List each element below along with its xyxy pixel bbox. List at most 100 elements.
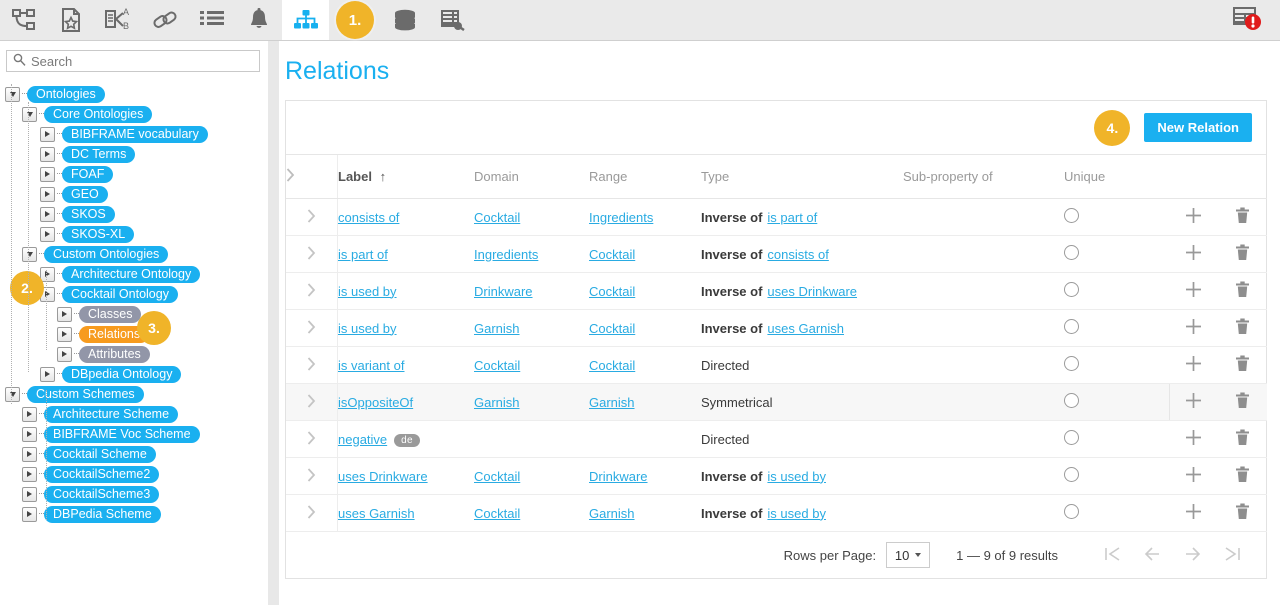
plus-icon[interactable]	[1185, 355, 1202, 375]
unique-radio[interactable]	[1064, 393, 1079, 408]
row-expander-cell[interactable]	[286, 495, 338, 532]
cell-add-action[interactable]	[1169, 495, 1217, 532]
unique-radio[interactable]	[1064, 467, 1079, 482]
graph-icon-button[interactable]	[0, 0, 47, 40]
tree-node-label[interactable]: DBPedia Scheme	[44, 506, 161, 523]
tree-node-label[interactable]: FOAF	[62, 166, 113, 183]
cell-range-link[interactable]: Cocktail	[589, 247, 635, 262]
cell-delete-action[interactable]	[1217, 347, 1267, 384]
previous-page-icon[interactable]	[1132, 547, 1172, 564]
trash-icon[interactable]	[1235, 466, 1250, 486]
table-row[interactable]: consists ofCocktailIngredientsInverse of…	[286, 199, 1267, 236]
cell-domain-link[interactable]: Cocktail	[474, 506, 520, 521]
row-expander-cell[interactable]	[286, 273, 338, 310]
plus-icon[interactable]	[1185, 466, 1202, 486]
twisty-expanded-icon[interactable]	[22, 107, 37, 122]
column-header-domain[interactable]: Domain	[474, 155, 589, 199]
tree-node-label[interactable]: Core Ontologies	[44, 106, 152, 123]
relation-label-link[interactable]: consists of	[338, 210, 399, 225]
tree-node[interactable]: Architecture Scheme	[0, 404, 268, 424]
tree-node-label[interactable]: Architecture Scheme	[44, 406, 178, 423]
new-relation-button[interactable]: New Relation	[1144, 113, 1252, 142]
cell-add-action[interactable]	[1169, 458, 1217, 495]
tree-node-label[interactable]: SKOS-XL	[62, 226, 134, 243]
column-header-unique[interactable]: Unique	[1064, 155, 1169, 199]
cell-range-link[interactable]: Cocktail	[589, 284, 635, 299]
cell-domain-link[interactable]: Garnish	[474, 321, 520, 336]
relation-label-link[interactable]: uses Drinkware	[338, 469, 428, 484]
cell-domain-link[interactable]: Cocktail	[474, 210, 520, 225]
cell-range-link[interactable]: Garnish	[589, 395, 635, 410]
column-header-subproperty[interactable]: Sub-property of	[903, 155, 1064, 199]
trash-icon[interactable]	[1235, 281, 1250, 301]
column-header-label[interactable]: Label ↑	[338, 155, 475, 199]
plus-icon[interactable]	[1185, 503, 1202, 523]
server-icon-button[interactable]	[428, 0, 475, 40]
tree-node-label[interactable]: Ontologies	[27, 86, 105, 103]
plus-icon[interactable]	[1185, 318, 1202, 338]
unique-radio[interactable]	[1064, 430, 1079, 445]
chevron-right-icon[interactable]	[307, 431, 316, 448]
twisty-collapsed-icon[interactable]	[22, 427, 37, 442]
cell-add-action[interactable]	[1169, 384, 1217, 421]
search-box[interactable]	[6, 50, 260, 72]
trash-icon[interactable]	[1235, 355, 1250, 375]
trash-icon[interactable]	[1235, 318, 1250, 338]
twisty-expanded-icon[interactable]	[5, 387, 20, 402]
tree-node-label[interactable]: DBpedia Ontology	[62, 366, 181, 383]
tree-node-label[interactable]: CocktailScheme3	[44, 486, 159, 503]
cell-range-link[interactable]: Cocktail	[589, 321, 635, 336]
type-relation-link[interactable]: is part of	[767, 210, 817, 225]
table-row[interactable]: uses DrinkwareCocktailDrinkwareInverse o…	[286, 458, 1267, 495]
last-page-icon[interactable]	[1212, 547, 1252, 564]
cell-domain-link[interactable]: Cocktail	[474, 358, 520, 373]
cell-delete-action[interactable]	[1217, 421, 1267, 458]
cell-add-action[interactable]	[1169, 310, 1217, 347]
cell-add-action[interactable]	[1169, 273, 1217, 310]
row-expander-cell[interactable]	[286, 310, 338, 347]
row-expander-cell[interactable]	[286, 384, 338, 421]
chevron-right-icon[interactable]	[307, 320, 316, 337]
table-row[interactable]: uses GarnishCocktailGarnishInverse ofis …	[286, 495, 1267, 532]
chevron-right-icon[interactable]	[286, 168, 295, 185]
cell-add-action[interactable]	[1169, 236, 1217, 273]
row-expander-cell[interactable]	[286, 458, 338, 495]
cell-range-link[interactable]: Ingredients	[589, 210, 653, 225]
column-header-type[interactable]: Type	[701, 155, 903, 199]
tree-node-label[interactable]: SKOS	[62, 206, 115, 223]
tree-node[interactable]: CocktailScheme3	[0, 484, 268, 504]
twisty-collapsed-icon[interactable]	[40, 167, 55, 182]
tree-node[interactable]: SKOS-XL	[0, 224, 268, 244]
tree-node-label[interactable]: BIBFRAME vocabulary	[62, 126, 208, 143]
tree-node-label[interactable]: CocktailScheme2	[44, 466, 159, 483]
plus-icon[interactable]	[1185, 281, 1202, 301]
tree-node-label[interactable]: Attributes	[79, 346, 150, 363]
rows-per-page-select[interactable]: 10	[886, 542, 930, 568]
chevron-right-icon[interactable]	[307, 357, 316, 374]
relation-label-link[interactable]: isOppositeOf	[338, 395, 413, 410]
twisty-collapsed-icon[interactable]	[22, 407, 37, 422]
cell-domain-link[interactable]: Ingredients	[474, 247, 538, 262]
tree-node-label[interactable]: Custom Ontologies	[44, 246, 168, 263]
unique-radio[interactable]	[1064, 319, 1079, 334]
tree-node[interactable]: FOAF	[0, 164, 268, 184]
tree-node-label[interactable]: Cocktail Scheme	[44, 446, 156, 463]
plus-icon[interactable]	[1185, 392, 1202, 412]
tree-node[interactable]: Cocktail Scheme	[0, 444, 268, 464]
tree-node[interactable]: Relations	[0, 324, 268, 344]
cell-range-link[interactable]: Cocktail	[589, 358, 635, 373]
trash-icon[interactable]	[1235, 244, 1250, 264]
row-expander-cell[interactable]	[286, 236, 338, 273]
type-relation-link[interactable]: consists of	[767, 247, 828, 262]
chevron-right-icon[interactable]	[307, 283, 316, 300]
search-input[interactable]	[31, 54, 253, 69]
tree-node[interactable]: Custom Schemes	[0, 384, 268, 404]
trash-icon[interactable]	[1235, 503, 1250, 523]
cell-delete-action[interactable]	[1217, 273, 1267, 310]
tree-node[interactable]: DBPedia Scheme	[0, 504, 268, 524]
trash-icon[interactable]	[1235, 392, 1250, 412]
type-relation-link[interactable]: is used by	[767, 506, 826, 521]
tree-node[interactable]: BIBFRAME vocabulary	[0, 124, 268, 144]
relation-label-link[interactable]: is part of	[338, 247, 388, 262]
cell-delete-action[interactable]	[1217, 310, 1267, 347]
